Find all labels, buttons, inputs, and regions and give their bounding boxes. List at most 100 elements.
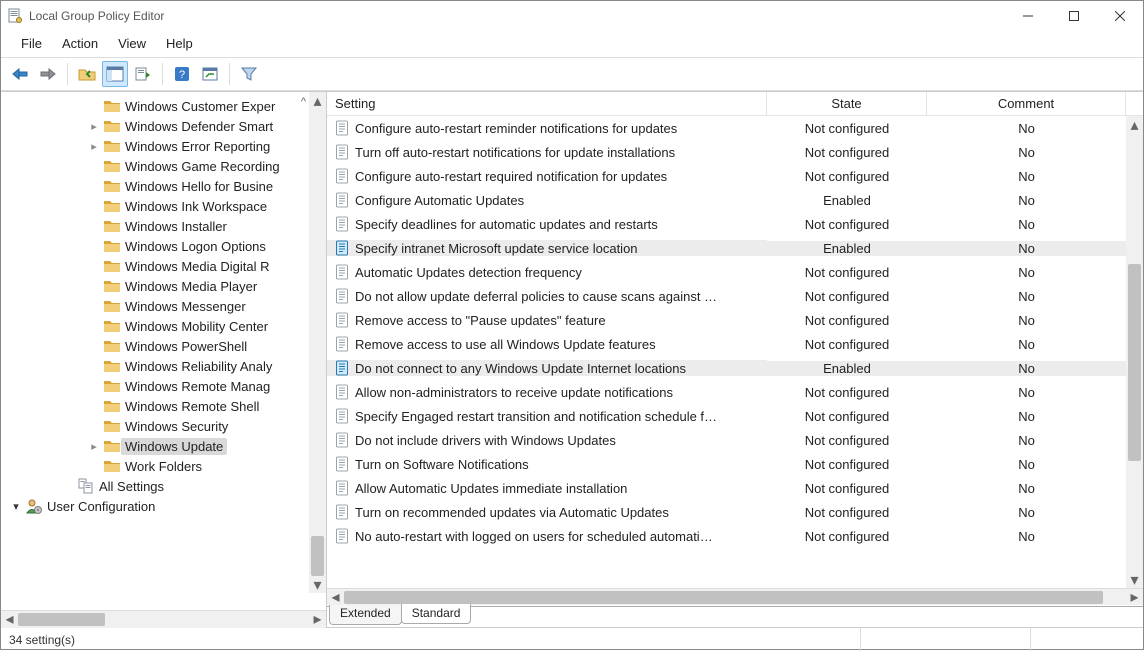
tree-item[interactable]: Windows Installer xyxy=(1,216,309,236)
tree-item[interactable]: Windows Ink Workspace xyxy=(1,196,309,216)
policy-state: Not configured xyxy=(767,145,927,160)
scroll-track[interactable] xyxy=(1126,133,1143,571)
policy-setting-name: Configure auto-restart required notifica… xyxy=(355,169,667,184)
tree-horizontal-scrollbar[interactable]: ◂ ▸ xyxy=(1,610,326,627)
scroll-track[interactable] xyxy=(344,589,1126,606)
scroll-track[interactable] xyxy=(309,109,326,576)
tree-vertical-scrollbar[interactable]: ▴ ▾ xyxy=(309,92,326,593)
tree-item[interactable]: Windows Game Recording xyxy=(1,156,309,176)
policy-row[interactable]: Do not connect to any Windows Update Int… xyxy=(327,356,1126,380)
expander-collapsed-icon[interactable]: ▸ xyxy=(85,140,103,153)
tree-item[interactable]: ▸Windows Update xyxy=(1,436,309,456)
column-header-state[interactable]: State xyxy=(767,92,927,115)
tree-item[interactable]: Windows Media Digital R xyxy=(1,256,309,276)
scroll-up-icon[interactable]: ▴ xyxy=(309,92,326,109)
status-bar: 34 setting(s) xyxy=(1,627,1143,651)
back-icon[interactable] xyxy=(7,61,33,87)
policy-item-icon xyxy=(333,408,351,424)
tab-extended[interactable]: Extended xyxy=(329,605,402,625)
tree-item[interactable]: Windows Mobility Center xyxy=(1,316,309,336)
policy-state: Not configured xyxy=(767,409,927,424)
policy-row[interactable]: Configure auto-restart reminder notifica… xyxy=(327,116,1126,140)
policy-row[interactable]: Remove access to "Pause updates" feature… xyxy=(327,308,1126,332)
policy-row[interactable]: Automatic Updates detection frequencyNot… xyxy=(327,260,1126,284)
menu-item-file[interactable]: File xyxy=(11,34,52,53)
policy-row[interactable]: Configure Automatic UpdatesEnabledNo xyxy=(327,188,1126,212)
policy-setting-name: Remove access to use all Windows Update … xyxy=(355,337,656,352)
tree-item[interactable]: Windows Media Player xyxy=(1,276,309,296)
policy-row[interactable]: Specify Engaged restart transition and n… xyxy=(327,404,1126,428)
close-button[interactable] xyxy=(1097,1,1143,31)
policy-row[interactable]: Allow Automatic Updates immediate instal… xyxy=(327,476,1126,500)
tree-item-label: Windows Media Digital R xyxy=(121,258,274,275)
tree-item[interactable]: Windows Remote Manag xyxy=(1,376,309,396)
menu-item-action[interactable]: Action xyxy=(52,34,108,53)
policy-setting-name: Configure auto-restart reminder notifica… xyxy=(355,121,677,136)
tree-item[interactable]: Windows Logon Options xyxy=(1,236,309,256)
policy-item-icon xyxy=(333,456,351,472)
tab-standard[interactable]: Standard xyxy=(401,604,472,624)
tree-item[interactable]: Windows Customer Exper xyxy=(1,96,309,116)
tree-item[interactable]: ▸Windows Defender Smart xyxy=(1,116,309,136)
tree-item[interactable]: ▸Windows Error Reporting xyxy=(1,136,309,156)
list-vertical-scrollbar[interactable]: ▴ ▾ xyxy=(1126,116,1143,588)
scroll-thumb[interactable] xyxy=(1128,264,1141,461)
export-list-icon[interactable] xyxy=(130,61,156,87)
tree-item[interactable]: Windows Messenger xyxy=(1,296,309,316)
tree-item[interactable]: Windows Hello for Busine xyxy=(1,176,309,196)
column-header-comment[interactable]: Comment xyxy=(927,92,1126,115)
tree-item[interactable]: Windows Remote Shell xyxy=(1,396,309,416)
policy-row[interactable]: Allow non-administrators to receive upda… xyxy=(327,380,1126,404)
policy-row[interactable]: Configure auto-restart required notifica… xyxy=(327,164,1126,188)
policy-row[interactable]: Remove access to use all Windows Update … xyxy=(327,332,1126,356)
list-horizontal-scrollbar[interactable]: ◂ ▸ xyxy=(327,588,1143,605)
policy-state: Not configured xyxy=(767,289,927,304)
policy-item-icon xyxy=(333,312,351,328)
tree-item[interactable]: ▾User Configuration xyxy=(1,496,309,516)
scroll-track[interactable] xyxy=(18,611,309,628)
filter-icon[interactable] xyxy=(236,61,262,87)
scroll-left-icon[interactable]: ◂ xyxy=(1,611,18,628)
expander-collapsed-icon[interactable]: ▸ xyxy=(85,440,103,453)
policy-row[interactable]: Specify deadlines for automatic updates … xyxy=(327,212,1126,236)
minimize-button[interactable] xyxy=(1005,1,1051,31)
tree-item[interactable]: Work Folders xyxy=(1,456,309,476)
tree-item-label: Windows Logon Options xyxy=(121,238,270,255)
tree-item[interactable]: Windows Security xyxy=(1,416,309,436)
menu-item-help[interactable]: Help xyxy=(156,34,203,53)
column-header-setting[interactable]: Setting xyxy=(327,92,767,115)
menu-item-view[interactable]: View xyxy=(108,34,156,53)
scroll-right-icon[interactable]: ▸ xyxy=(309,611,326,628)
scroll-up-icon[interactable]: ▴ xyxy=(1126,116,1143,133)
scroll-left-icon[interactable]: ◂ xyxy=(327,589,344,606)
folder-icon xyxy=(103,299,121,313)
folder-icon xyxy=(103,319,121,333)
policy-settings-icon[interactable] xyxy=(197,61,223,87)
folder-icon xyxy=(103,239,121,253)
policy-row[interactable]: Do not allow update deferral policies to… xyxy=(327,284,1126,308)
show-hide-tree-icon[interactable] xyxy=(102,61,128,87)
tree-item[interactable]: Windows Reliability Analy xyxy=(1,356,309,376)
policy-item-icon xyxy=(333,288,351,304)
scroll-thumb[interactable] xyxy=(311,536,324,576)
expander-collapsed-icon[interactable]: ▸ xyxy=(85,120,103,133)
policy-row[interactable]: Turn on recommended updates via Automati… xyxy=(327,500,1126,524)
scroll-down-icon[interactable]: ▾ xyxy=(1126,571,1143,588)
scroll-thumb[interactable] xyxy=(18,613,105,626)
policy-comment: No xyxy=(927,457,1126,472)
policy-row[interactable]: Turn on Software NotificationsNot config… xyxy=(327,452,1126,476)
tree-item[interactable]: All Settings xyxy=(1,476,309,496)
scroll-thumb[interactable] xyxy=(344,591,1103,604)
policy-row[interactable]: No auto-restart with logged on users for… xyxy=(327,524,1126,548)
policy-row[interactable]: Specify intranet Microsoft update servic… xyxy=(327,236,1126,260)
tree-item[interactable]: Windows PowerShell xyxy=(1,336,309,356)
expander-expanded-icon[interactable]: ▾ xyxy=(7,500,25,513)
scroll-right-icon[interactable]: ▸ xyxy=(1126,589,1143,606)
maximize-button[interactable] xyxy=(1051,1,1097,31)
policy-row[interactable]: Turn off auto-restart notifications for … xyxy=(327,140,1126,164)
forward-icon[interactable] xyxy=(35,61,61,87)
policy-row[interactable]: Do not include drivers with Windows Upda… xyxy=(327,428,1126,452)
help-icon[interactable]: ? xyxy=(169,61,195,87)
up-folder-icon[interactable] xyxy=(74,61,100,87)
scroll-down-icon[interactable]: ▾ xyxy=(309,576,326,593)
